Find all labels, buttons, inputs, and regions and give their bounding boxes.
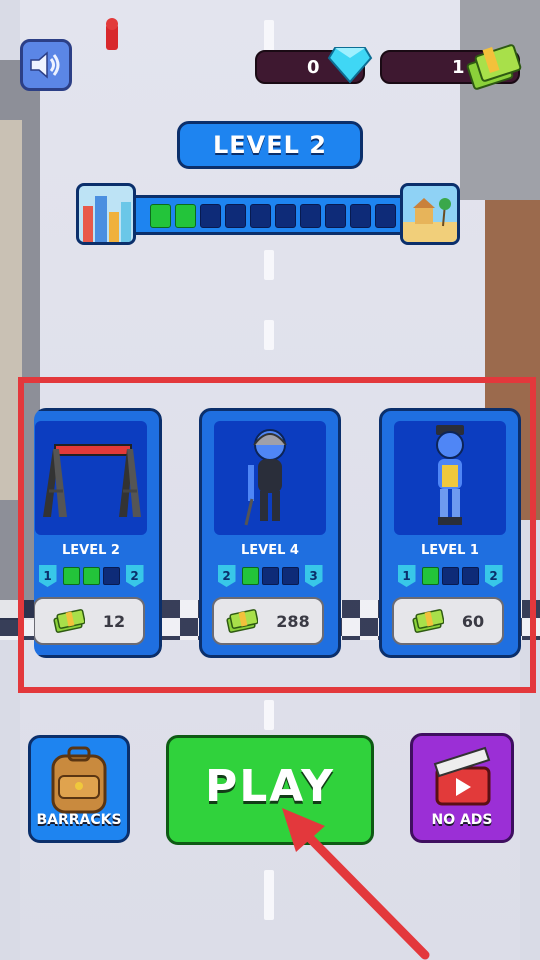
upgrade-pip bbox=[261, 567, 279, 585]
cash-icon bbox=[53, 609, 85, 633]
destination-desert-thumbnail bbox=[400, 183, 460, 245]
sound-toggle-button[interactable] bbox=[20, 39, 72, 91]
barracks-button[interactable]: BARRACKS bbox=[28, 735, 130, 843]
unit-card-yellow-vest-soldier[interactable]: LEVEL 1 1 2 60 bbox=[379, 408, 521, 658]
desert-icon bbox=[403, 186, 457, 242]
upgrade-pip bbox=[62, 567, 80, 585]
no-ads-label: NO ADS bbox=[431, 812, 493, 828]
upgrade-pip bbox=[281, 567, 299, 585]
helmet-soldier-icon bbox=[244, 429, 287, 526]
card-cost-button[interactable]: 60 bbox=[392, 597, 504, 645]
unit-card-helmet-soldier[interactable]: LEVEL 4 2 3 288 bbox=[199, 408, 341, 658]
from-tier-badge: 1 bbox=[397, 565, 416, 587]
no-ads-button[interactable]: NO ADS bbox=[410, 733, 514, 843]
lane-marking bbox=[264, 320, 274, 350]
upgrade-pip bbox=[421, 567, 439, 585]
upgrade-pip bbox=[102, 567, 120, 585]
from-tier-badge: 1 bbox=[38, 565, 57, 587]
to-tier-badge: 2 bbox=[484, 565, 503, 587]
upgrade-pip bbox=[441, 567, 459, 585]
lane-marking bbox=[264, 700, 274, 730]
unit-card-swing-set[interactable]: LEVEL 2 1 2 12 bbox=[34, 408, 162, 658]
card-level: LEVEL 1 bbox=[421, 543, 479, 558]
level-title: LEVEL 2 bbox=[177, 121, 363, 169]
lane-marking bbox=[264, 250, 274, 280]
progress-segment bbox=[375, 204, 396, 228]
progress-segment bbox=[175, 204, 196, 228]
gem-counter: 0 bbox=[255, 47, 373, 84]
lane-marking bbox=[264, 870, 274, 920]
clapperboard-icon bbox=[433, 746, 491, 806]
card-art bbox=[394, 421, 506, 535]
card-upgrade-row: 1 2 bbox=[34, 565, 159, 587]
start-city-thumbnail bbox=[76, 183, 136, 245]
card-level: LEVEL 4 bbox=[241, 543, 299, 558]
cash-count: 1 bbox=[452, 56, 465, 78]
progress-segment bbox=[250, 204, 271, 228]
card-art bbox=[35, 421, 147, 535]
building-right-top bbox=[460, 0, 540, 200]
diamond-icon bbox=[327, 47, 373, 84]
cash-icon bbox=[226, 609, 259, 633]
to-tier-badge: 2 bbox=[125, 565, 144, 587]
progress-segments bbox=[150, 204, 396, 228]
progress-segment bbox=[200, 204, 221, 228]
progress-segment bbox=[350, 204, 371, 228]
fire-hydrant-icon bbox=[106, 18, 118, 50]
cash-stack-icon bbox=[466, 44, 522, 90]
barracks-label: BARRACKS bbox=[36, 812, 122, 828]
progress-segment bbox=[325, 204, 346, 228]
card-upgrade-row: 1 2 bbox=[382, 565, 518, 587]
card-art bbox=[214, 421, 326, 535]
cash-icon bbox=[412, 609, 444, 633]
progress-segment bbox=[150, 204, 171, 228]
card-cost-button[interactable]: 288 bbox=[212, 597, 324, 645]
upgrade-pip bbox=[241, 567, 259, 585]
card-cost: 288 bbox=[276, 611, 310, 631]
city-icon bbox=[79, 186, 133, 242]
to-tier-badge: 3 bbox=[304, 565, 323, 587]
progress-segment bbox=[225, 204, 246, 228]
card-cost-button[interactable]: 12 bbox=[34, 597, 145, 645]
level-progress-bar bbox=[95, 195, 445, 235]
gem-count: 0 bbox=[307, 56, 320, 78]
card-level: LEVEL 2 bbox=[62, 543, 120, 558]
progress-segment bbox=[275, 204, 296, 228]
card-cost: 60 bbox=[461, 611, 485, 631]
play-button[interactable]: PLAY bbox=[166, 735, 374, 845]
upgrade-pip bbox=[82, 567, 100, 585]
yellow-vest-soldier-icon bbox=[436, 425, 464, 525]
from-tier-badge: 2 bbox=[217, 565, 236, 587]
backpack-icon bbox=[51, 746, 107, 814]
progress-segment bbox=[300, 204, 321, 228]
swing-set-icon bbox=[43, 444, 141, 517]
upgrade-pip bbox=[461, 567, 479, 585]
card-upgrade-row: 2 3 bbox=[202, 565, 338, 587]
speaker-icon bbox=[30, 51, 60, 79]
card-cost: 12 bbox=[102, 611, 126, 631]
cash-counter: 1 bbox=[380, 44, 522, 90]
